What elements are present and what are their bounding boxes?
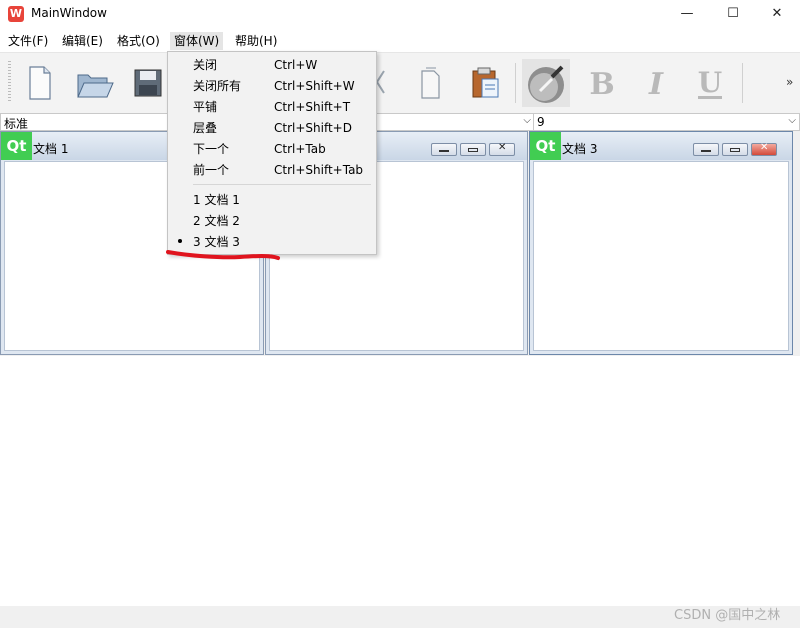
menu-item-previous[interactable]: 前一个 Ctrl+Shift+Tab: [193, 160, 373, 180]
svg-text:B: B: [589, 67, 614, 102]
window-menu-dropdown: 关闭 Ctrl+W 关闭所有 Ctrl+Shift+W 平铺 Ctrl+Shift+T…: [167, 51, 377, 255]
toolbar: B I U »: [0, 52, 800, 114]
subwindow-doc3[interactable]: Qt 文档 3 ✕: [529, 131, 793, 355]
menu-item-close-all[interactable]: 关闭所有 Ctrl+Shift+W: [193, 76, 373, 96]
menu-window[interactable]: 窗体(W): [170, 32, 224, 50]
paste-icon[interactable]: [464, 61, 508, 105]
qt-logo-icon: Qt: [530, 132, 561, 160]
app-icon: W: [8, 6, 24, 22]
subwindow-minimize-button[interactable]: [693, 143, 719, 156]
paint-icon[interactable]: [522, 59, 570, 107]
subwindow-restore-button[interactable]: [460, 143, 486, 156]
font-size-combo-value: 9: [537, 115, 545, 129]
menu-item-cascade[interactable]: 层叠 Ctrl+Shift+D: [193, 118, 373, 138]
close-button[interactable]: ✕: [754, 0, 800, 28]
red-underline-annotation: [166, 250, 280, 260]
active-window-bullet-icon: [178, 239, 182, 243]
menu-item-tile[interactable]: 平铺 Ctrl+Shift+T: [193, 97, 373, 117]
copy-icon[interactable]: [410, 61, 454, 105]
italic-icon[interactable]: I: [634, 61, 678, 105]
title-bar: W MainWindow — ☐ ✕: [0, 0, 800, 28]
menu-item-close[interactable]: 关闭 Ctrl+W: [193, 55, 373, 75]
style-combo-value: 标准: [4, 117, 29, 131]
toolbar-separator: [742, 63, 743, 103]
subwindow-controls: ✕: [690, 142, 777, 157]
toolbar-overflow-button[interactable]: »: [786, 75, 793, 89]
subwindow-title: 文档 3: [562, 142, 598, 156]
toolbar-separator: [515, 63, 516, 103]
watermark: CSDN @国中之林: [674, 608, 781, 623]
menu-file[interactable]: 文件(F): [4, 32, 52, 50]
document-editor[interactable]: [533, 161, 789, 351]
save-disk-icon[interactable]: [126, 61, 170, 105]
svg-text:I: I: [648, 67, 664, 102]
window-title: MainWindow: [31, 6, 107, 20]
chevron-down-icon: ⌵: [788, 115, 796, 126]
new-file-icon[interactable]: [18, 61, 62, 105]
minimize-button[interactable]: —: [664, 0, 710, 28]
underline-icon[interactable]: U: [688, 61, 732, 105]
bold-icon[interactable]: B: [580, 61, 624, 105]
subwindow-minimize-button[interactable]: [431, 143, 457, 156]
subwindow-close-button[interactable]: ✕: [489, 142, 515, 156]
subwindow-title: 文档 1: [33, 142, 69, 156]
subwindow-close-button[interactable]: ✕: [751, 142, 777, 156]
menu-help[interactable]: 帮助(H): [231, 32, 281, 50]
menu-format[interactable]: 格式(O): [113, 32, 164, 50]
menu-item-window-2[interactable]: 2 文档 2: [193, 211, 373, 231]
menu-edit[interactable]: 编辑(E): [58, 32, 107, 50]
qt-logo-icon: Qt: [1, 132, 32, 160]
subwindow-titlebar[interactable]: Qt 文档 3 ✕: [530, 132, 792, 160]
svg-text:U: U: [698, 66, 722, 99]
menu-item-window-1[interactable]: 1 文档 1: [193, 190, 373, 210]
toolbar-grip[interactable]: [8, 61, 11, 103]
menu-item-next[interactable]: 下一个 Ctrl+Tab: [193, 139, 373, 159]
chevron-down-icon: ⌵: [523, 115, 531, 126]
subwindow-restore-button[interactable]: [722, 143, 748, 156]
subwindow-controls: ✕: [428, 142, 515, 157]
open-folder-icon[interactable]: [72, 61, 116, 105]
font-size-combo[interactable]: 9 ⌵: [533, 113, 800, 131]
maximize-button[interactable]: ☐: [710, 0, 756, 28]
menu-separator: [193, 184, 371, 185]
menu-bar: 文件(F) 编辑(E) 格式(O) 窗体(W) 帮助(H): [0, 30, 800, 51]
